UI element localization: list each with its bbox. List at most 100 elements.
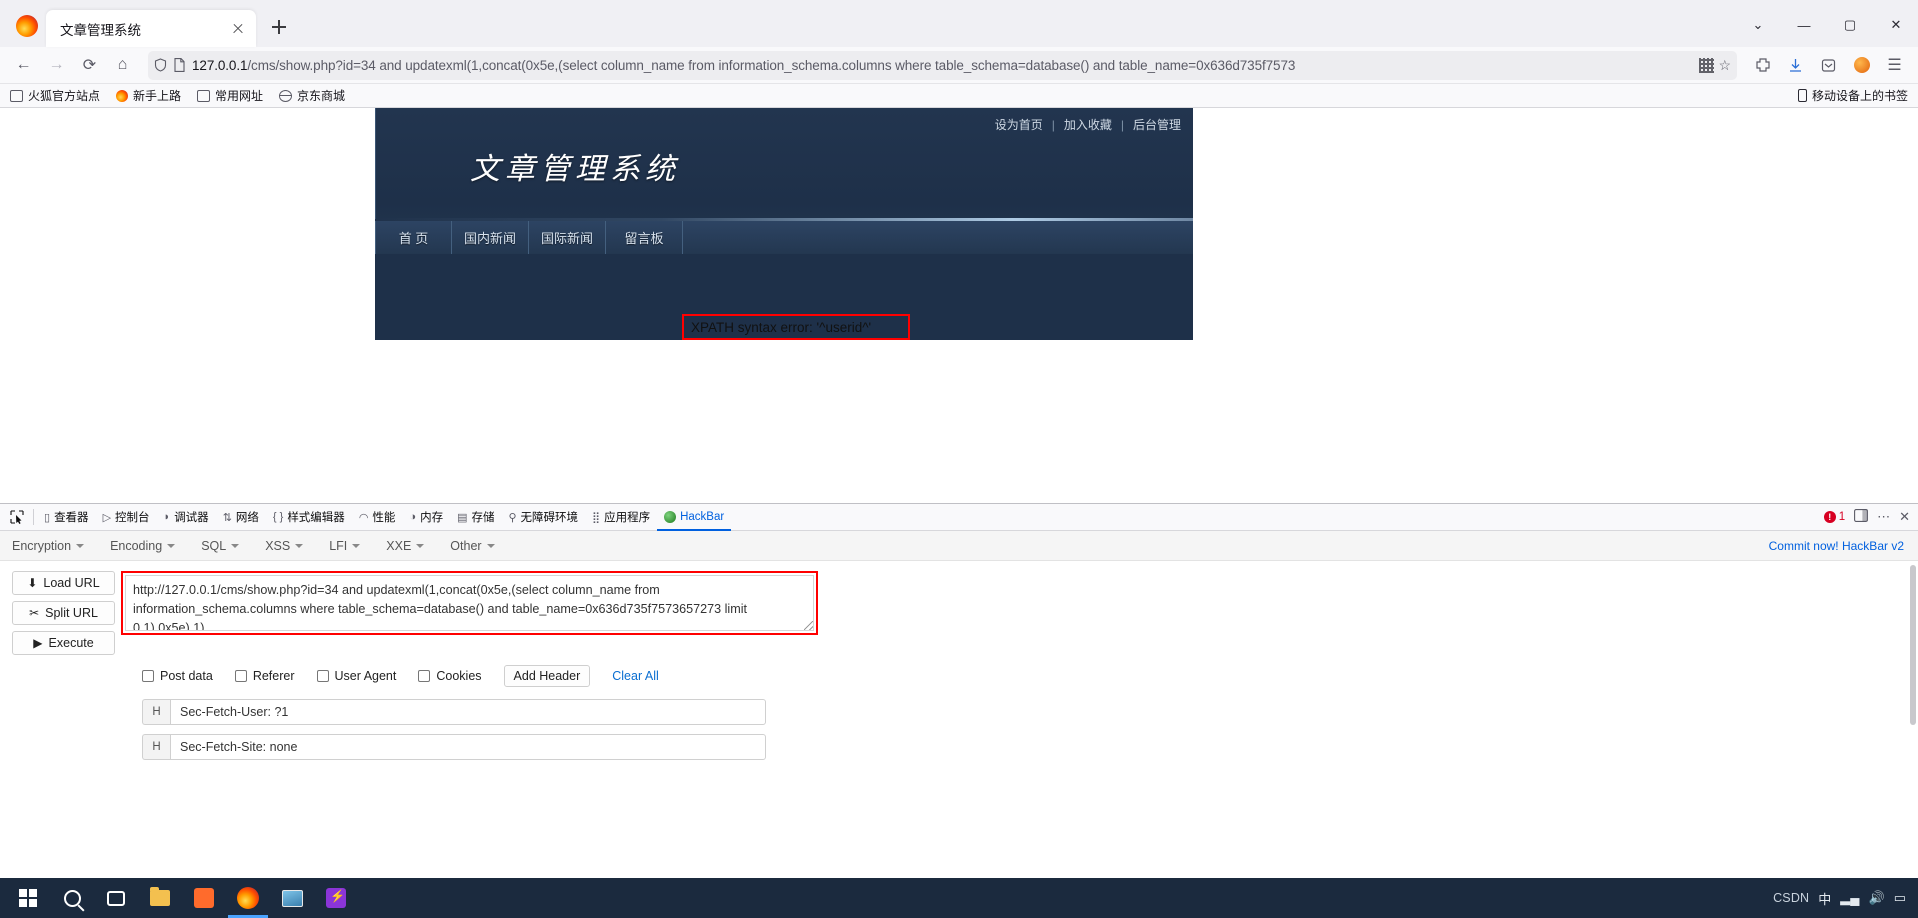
- nav-item-domestic-news[interactable]: 国内新闻: [452, 221, 529, 254]
- menu-xxe[interactable]: XXE: [386, 539, 437, 553]
- volume-icon[interactable]: 🔊: [1869, 890, 1885, 906]
- firefox-icon: [116, 89, 129, 102]
- downloads-icon[interactable]: [1780, 50, 1811, 81]
- task-view-button[interactable]: [96, 878, 136, 918]
- element-picker-icon[interactable]: [4, 510, 30, 524]
- header-value[interactable]: Sec-Fetch-User: ?1: [170, 699, 766, 725]
- tab-console[interactable]: ▷ 控制台: [96, 504, 157, 531]
- tab-application[interactable]: ⣿ 应用程序: [585, 504, 657, 531]
- tab-storage[interactable]: ▤ 存储: [450, 504, 501, 531]
- bookmark-star-icon[interactable]: ☆: [1718, 57, 1731, 74]
- image-app-button[interactable]: [272, 878, 312, 918]
- nav-item-guestbook[interactable]: 留言板: [606, 221, 683, 254]
- load-url-button[interactable]: ⬇ Load URL: [12, 571, 115, 595]
- maximize-button[interactable]: ▢: [1828, 9, 1872, 41]
- file-explorer-button[interactable]: [140, 878, 180, 918]
- url-bar-actions: ☆: [1699, 57, 1731, 74]
- extensions-icon[interactable]: [1747, 50, 1778, 81]
- reload-icon[interactable]: ⟳: [74, 50, 105, 81]
- post-data-checkbox[interactable]: Post data: [142, 669, 213, 683]
- qr-code-icon[interactable]: [1699, 57, 1715, 73]
- nav-item-international-news[interactable]: 国际新闻: [529, 221, 606, 254]
- bookmark-item[interactable]: 新手上路: [116, 87, 181, 104]
- clock-icon[interactable]: ▭: [1894, 890, 1906, 906]
- bookmark-label: 新手上路: [133, 89, 182, 103]
- bookmark-item[interactable]: 火狐官方站点: [10, 87, 100, 104]
- ime-icon[interactable]: 中: [1818, 889, 1831, 908]
- save-to-pocket-icon[interactable]: [1813, 50, 1844, 81]
- menu-xss[interactable]: XSS: [265, 539, 316, 553]
- admin-link[interactable]: 后台管理: [1133, 116, 1181, 133]
- home-icon[interactable]: ⌂: [107, 50, 138, 81]
- lightning-icon: [326, 888, 346, 908]
- more-options-icon[interactable]: ⋯: [1877, 509, 1890, 525]
- menu-sql[interactable]: SQL: [201, 539, 252, 553]
- forward-icon[interactable]: →: [41, 50, 72, 81]
- devtools-scrollbar[interactable]: [1910, 565, 1916, 725]
- close-icon[interactable]: [228, 19, 248, 39]
- menu-other[interactable]: Other: [450, 539, 507, 553]
- shield-icon[interactable]: [154, 58, 167, 72]
- url-textarea-wrapper: [121, 571, 818, 635]
- tab-performance[interactable]: ◠ 性能: [352, 504, 403, 531]
- add-header-button[interactable]: Add Header: [503, 665, 591, 687]
- execute-icon: ▶: [33, 636, 43, 650]
- close-icon[interactable]: ✕: [1899, 509, 1910, 525]
- button-label: Split URL: [45, 606, 98, 620]
- browser-tab[interactable]: 文章管理系统: [46, 10, 256, 47]
- error-count-badge[interactable]: ! 1: [1823, 511, 1845, 523]
- nav-item-home[interactable]: 首 页: [375, 221, 452, 254]
- tab-accessibility[interactable]: ⚲ 无障碍环境: [501, 504, 585, 531]
- tab-style-editor[interactable]: { } 样式编辑器: [266, 504, 352, 531]
- bookmark-item[interactable]: 常用网址: [197, 87, 263, 104]
- tab-list-button[interactable]: ⌄: [1736, 9, 1780, 41]
- set-homepage-link[interactable]: 设为首页: [995, 116, 1043, 133]
- extension-badge-icon[interactable]: [1846, 50, 1877, 81]
- application-icon: ⣿: [592, 511, 601, 524]
- clear-all-link[interactable]: Clear All: [612, 669, 659, 683]
- devtools-toolbar-actions: ! 1 ⋯ ✕: [1823, 509, 1918, 525]
- bookmark-item[interactable]: 京东商城: [278, 87, 345, 104]
- url-bar[interactable]: 127.0.0.1/cms/show.php?id=34 and updatex…: [148, 50, 1737, 80]
- search-icon: [63, 889, 81, 907]
- tab-network[interactable]: ⇅ 网络: [216, 504, 266, 531]
- tab-debugger[interactable]: ◗ 调试器: [157, 504, 216, 531]
- referer-checkbox[interactable]: Referer: [234, 669, 295, 683]
- back-icon[interactable]: ←: [8, 50, 39, 81]
- header-value[interactable]: Sec-Fetch-Site: none: [170, 734, 766, 760]
- firefox-taskbar-button[interactable]: [228, 878, 268, 918]
- network-icon[interactable]: ▂▄: [1840, 890, 1859, 906]
- orange-app-button[interactable]: [184, 878, 224, 918]
- mobile-bookmarks-item[interactable]: 移动设备上的书签: [1797, 87, 1908, 104]
- menu-label: XSS: [265, 538, 291, 553]
- taskbar: CSDN 中 ▂▄ 🔊 ▭: [0, 878, 1918, 918]
- tab-label: 查看器: [54, 512, 89, 524]
- user-agent-checkbox[interactable]: User Agent: [316, 669, 396, 683]
- resize-handle[interactable]: [804, 621, 813, 630]
- cookies-checkbox[interactable]: Cookies: [418, 669, 482, 683]
- tab-memory[interactable]: ◑ 内存: [402, 504, 450, 531]
- phpstudy-button[interactable]: [316, 878, 356, 918]
- minimize-button[interactable]: —: [1782, 9, 1826, 41]
- page-info-icon[interactable]: [174, 58, 185, 72]
- tab-hackbar[interactable]: HackBar: [657, 504, 731, 531]
- url-input[interactable]: [125, 575, 814, 631]
- window-close-button[interactable]: ✕: [1874, 9, 1918, 41]
- checkbox-label: Post data: [160, 669, 213, 683]
- url-text[interactable]: 127.0.0.1/cms/show.php?id=34 and updatex…: [192, 58, 1692, 73]
- add-favorite-link[interactable]: 加入收藏: [1064, 116, 1112, 133]
- menu-lfi[interactable]: LFI: [329, 539, 373, 553]
- commit-now-link[interactable]: Commit now! HackBar v2: [1769, 539, 1918, 553]
- menu-encryption[interactable]: Encryption: [12, 539, 97, 553]
- tab-inspector[interactable]: ▯ 查看器: [37, 504, 96, 531]
- toolbar-actions: ☰: [1747, 50, 1910, 81]
- start-button[interactable]: [8, 878, 48, 918]
- app-menu-icon[interactable]: ☰: [1879, 50, 1910, 81]
- search-button[interactable]: [52, 878, 92, 918]
- split-url-button[interactable]: ✂ Split URL: [12, 601, 115, 625]
- menu-encoding[interactable]: Encoding: [110, 539, 188, 553]
- site-title: 文章管理系统: [470, 152, 680, 187]
- new-tab-button[interactable]: [264, 12, 294, 42]
- execute-button[interactable]: ▶ Execute: [12, 631, 115, 655]
- dock-icon[interactable]: [1854, 509, 1869, 525]
